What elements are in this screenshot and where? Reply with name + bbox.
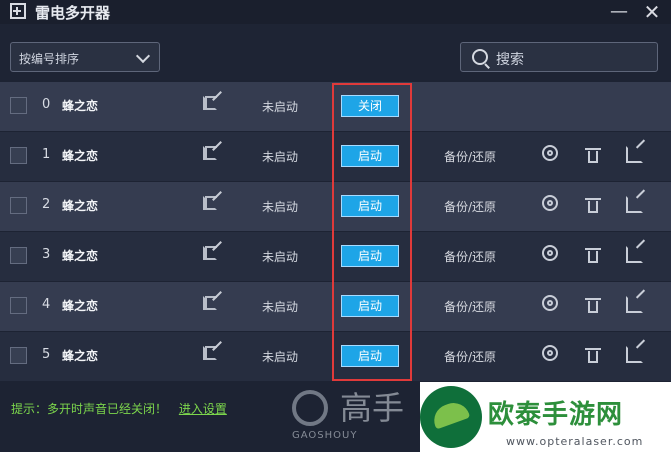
edit-icon[interactable] — [203, 246, 217, 260]
minimize-button[interactable]: — — [605, 0, 633, 24]
gear-icon[interactable] — [542, 195, 558, 211]
instance-name: 蜂之恋 — [62, 99, 99, 113]
share-icon[interactable] — [626, 196, 643, 213]
gear-icon[interactable] — [542, 295, 558, 311]
instance-index: 1 — [42, 147, 51, 162]
instance-name: 蜂之恋 — [62, 199, 99, 213]
trash-icon[interactable] — [585, 346, 601, 364]
brand-name: 欧泰手游网 — [488, 400, 624, 430]
instance-index: 2 — [42, 197, 51, 212]
edit-icon[interactable] — [203, 196, 217, 210]
action-column-highlight — [332, 83, 412, 381]
gear-icon[interactable] — [542, 345, 558, 361]
row-checkbox[interactable] — [10, 347, 27, 364]
window-title: 雷电多开器 — [35, 4, 111, 22]
edit-icon[interactable] — [203, 346, 217, 360]
tip-text: 提示：多开时声音已经关闭！ — [11, 402, 168, 416]
instance-name: 蜂之恋 — [62, 299, 99, 313]
instance-index: 5 — [42, 347, 51, 362]
gear-icon[interactable] — [542, 145, 558, 161]
edit-icon[interactable] — [203, 146, 217, 160]
row-checkbox[interactable] — [10, 147, 27, 164]
watermark-logo-icon — [292, 390, 328, 426]
instance-status: 未启动 — [262, 200, 299, 214]
instance-status: 未启动 — [262, 150, 299, 164]
backup-restore-link[interactable]: 备份/还原 — [444, 298, 496, 315]
search-placeholder: 搜索 — [496, 52, 524, 68]
watermark-text: 高手 — [340, 389, 405, 427]
trash-icon[interactable] — [585, 296, 601, 314]
instance-status: 未启动 — [262, 100, 299, 114]
app-icon — [10, 3, 26, 19]
gear-icon[interactable] — [542, 245, 558, 261]
search-input[interactable]: 搜索 — [460, 42, 658, 72]
backup-restore-link[interactable]: 备份/还原 — [444, 198, 496, 215]
trash-icon[interactable] — [585, 146, 601, 164]
trash-icon[interactable] — [585, 246, 601, 264]
instance-name: 蜂之恋 — [62, 149, 99, 163]
instance-status: 未启动 — [262, 300, 299, 314]
row-checkbox[interactable] — [10, 97, 27, 114]
row-checkbox[interactable] — [10, 247, 27, 264]
share-icon[interactable] — [626, 146, 643, 163]
footer-tip: 提示：多开时声音已经关闭！ 进入设置 — [11, 400, 227, 417]
instance-status: 未启动 — [262, 350, 299, 364]
chevron-down-icon — [135, 48, 151, 64]
settings-link[interactable]: 进入设置 — [179, 402, 227, 416]
instance-name: 蜂之恋 — [62, 349, 99, 363]
watermark-subtext: GAOSHOUY — [292, 430, 358, 441]
sort-label: 按编号排序 — [19, 52, 80, 66]
row-checkbox[interactable] — [10, 197, 27, 214]
search-icon — [472, 49, 488, 65]
edit-icon[interactable] — [203, 96, 217, 110]
close-button[interactable]: ✕ — [638, 0, 666, 24]
share-icon[interactable] — [626, 246, 643, 263]
row-checkbox[interactable] — [10, 297, 27, 314]
instance-index: 3 — [42, 247, 51, 262]
sort-select[interactable]: 按编号排序 — [10, 42, 160, 72]
instance-index: 0 — [42, 97, 51, 112]
brand-overlay: 欧泰手游网 www.opteralaser.com — [420, 382, 671, 452]
edit-icon[interactable] — [203, 296, 217, 310]
instance-index: 4 — [42, 297, 51, 312]
brand-logo-icon — [420, 386, 482, 448]
backup-restore-link[interactable]: 备份/还原 — [444, 248, 496, 265]
brand-url: www.opteralaser.com — [506, 435, 644, 448]
trash-icon[interactable] — [585, 196, 601, 214]
title-bar: 雷电多开器 — ✕ — [0, 0, 671, 24]
instance-status: 未启动 — [262, 250, 299, 264]
share-icon[interactable] — [626, 346, 643, 363]
share-icon[interactable] — [626, 296, 643, 313]
backup-restore-link[interactable]: 备份/还原 — [444, 148, 496, 165]
instance-name: 蜂之恋 — [62, 249, 99, 263]
backup-restore-link[interactable]: 备份/还原 — [444, 348, 496, 365]
